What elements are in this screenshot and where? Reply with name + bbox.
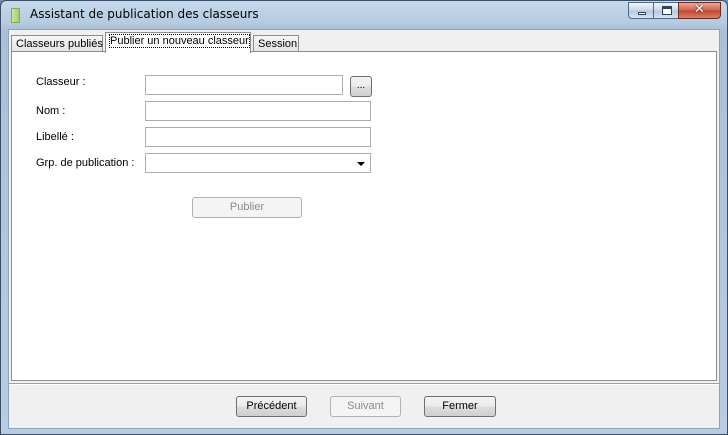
next-button[interactable]: Suivant xyxy=(330,396,401,417)
window-title: Assistant de publication des classeurs xyxy=(30,7,259,21)
close-window-button[interactable]: ✕ xyxy=(678,2,721,19)
tab-session[interactable]: Session xyxy=(253,35,299,52)
tab-label: Classeurs publiés xyxy=(16,38,103,50)
tab-label: Publier un nouveau classeur xyxy=(109,34,250,48)
libelle-field[interactable] xyxy=(145,127,371,147)
app-window: Assistant de publication des classeurs ✕… xyxy=(0,0,728,435)
tab-label: Session xyxy=(258,38,298,50)
groupe-publication-label: Grp. de publication : xyxy=(36,157,135,169)
chevron-down-icon[interactable] xyxy=(357,162,365,166)
close-icon: ✕ xyxy=(694,2,705,17)
window-controls: ✕ xyxy=(628,2,721,19)
publish-button[interactable]: Publier xyxy=(192,197,302,218)
maximize-icon xyxy=(662,6,672,15)
close-button[interactable]: Fermer xyxy=(424,396,496,417)
tab-classeurs-publies[interactable]: Classeurs publiés xyxy=(11,35,103,52)
libelle-label: Libellé : xyxy=(36,131,74,143)
minimize-button[interactable] xyxy=(628,2,654,19)
classeur-label: Classeur : xyxy=(36,76,86,88)
groupe-publication-select[interactable] xyxy=(145,153,371,173)
browse-button[interactable]: ... xyxy=(350,76,372,97)
window-client-area: Classeurs publiés Publier un nouveau cla… xyxy=(8,29,720,429)
tab-panel-publier: Classeur : ... Nom : Libellé : Grp. de p… xyxy=(11,51,717,381)
maximize-button[interactable] xyxy=(653,2,679,19)
previous-button[interactable]: Précédent xyxy=(236,396,307,417)
classeur-field[interactable] xyxy=(145,75,343,95)
nom-field[interactable] xyxy=(145,101,371,121)
footer-bar: Précédent Suivant Fermer xyxy=(9,385,719,428)
nom-label: Nom : xyxy=(36,105,66,117)
minimize-icon xyxy=(638,12,646,15)
app-icon xyxy=(11,8,20,23)
title-bar[interactable]: Assistant de publication des classeurs ✕ xyxy=(1,1,727,29)
tab-publier-nouveau-classeur[interactable]: Publier un nouveau classeur xyxy=(105,32,251,53)
